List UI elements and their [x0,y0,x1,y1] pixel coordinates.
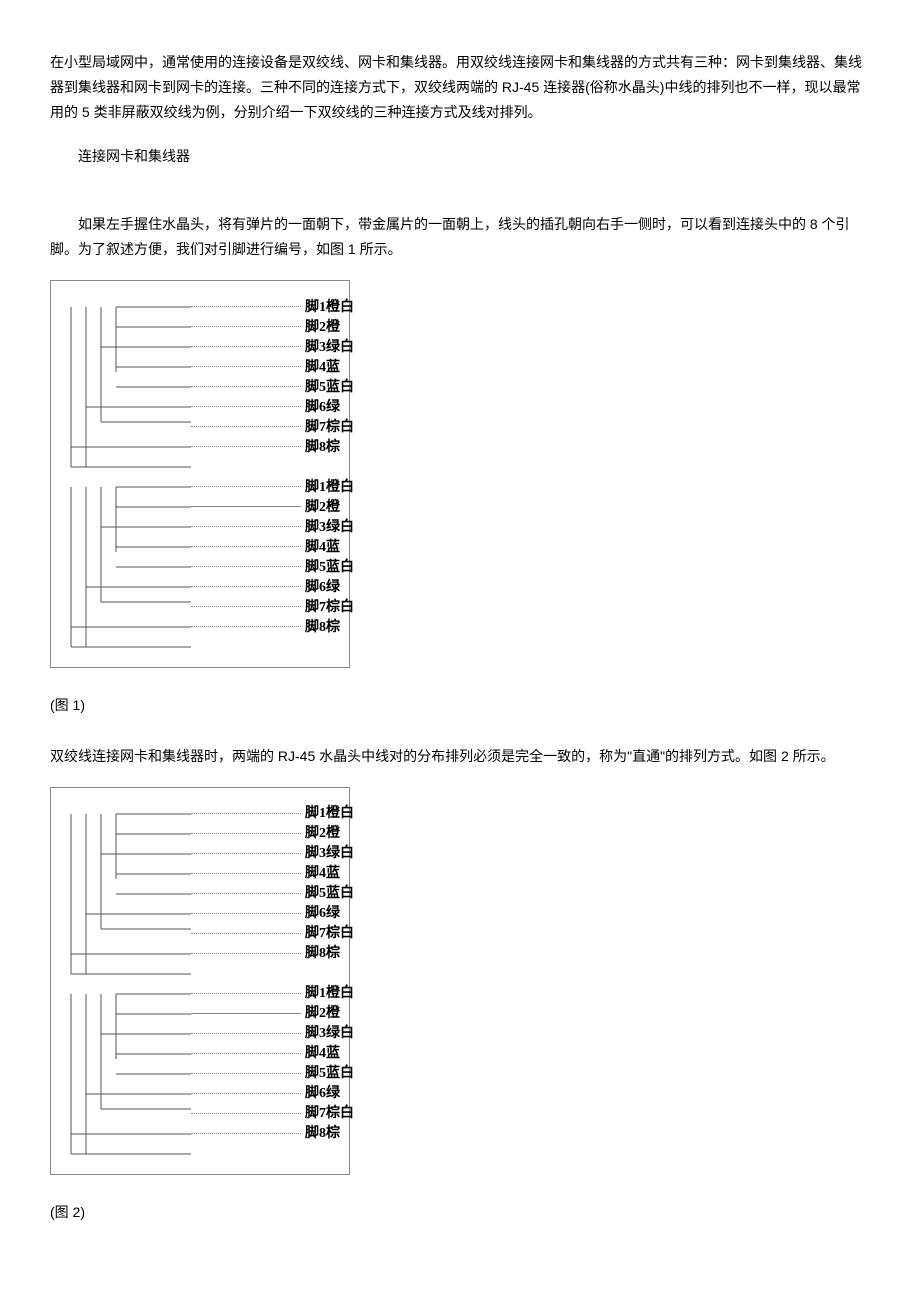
pin-label: 脚8棕 [305,941,340,966]
rj45-connector-bottom: 脚1橙白 脚2橙 脚3绿白 脚4蓝 脚5蓝白 脚6绿 脚7棕白 脚8棕 [51,477,349,651]
pin-label: 脚8棕 [305,1121,340,1146]
rj45-connector-bottom: 脚1橙白 脚2橙 脚3绿白 脚4蓝 脚5蓝白 脚6绿 脚7棕白 脚8棕 [51,984,349,1158]
intro-paragraph: 在小型局域网中，通常使用的连接设备是双绞线、网卡和集线器。用双绞线连接网卡和集线… [50,50,870,126]
pair-bracket-lines [51,804,191,978]
pin-label: 脚8棕 [305,615,340,640]
pair-bracket-lines [51,984,191,1158]
section-heading: 连接网卡和集线器 [50,144,870,169]
rj45-connector-top: 脚1橙白 脚2橙 脚3绿白 脚4蓝 脚5蓝白 脚6绿 脚7棕白 脚8棕 [51,297,349,471]
figure-1-caption: (图 1) [50,693,870,718]
pair-bracket-lines [51,477,191,651]
rj45-diagram-2: 脚1橙白 脚2橙 脚3绿白 脚4蓝 脚5蓝白 脚6绿 脚7棕白 脚8棕 脚1橙白… [50,787,350,1175]
paragraph-3: 双绞线连接网卡和集线器时，两端的 RJ-45 水晶头中线对的分布排列必须是完全一… [50,744,870,769]
pair-bracket-lines [51,297,191,471]
paragraph-2: 如果左手握住水晶头，将有弹片的一面朝下，带金属片的一面朝上，线头的插孔朝向右手一… [50,212,870,262]
rj45-connector-top: 脚1橙白 脚2橙 脚3绿白 脚4蓝 脚5蓝白 脚6绿 脚7棕白 脚8棕 [51,804,349,978]
pin-label: 脚8棕 [305,435,340,460]
rj45-diagram-1: 脚1橙白 脚2橙 脚3绿白 脚4蓝 脚5蓝白 脚6绿 脚7棕白 脚8棕 脚1橙白… [50,280,350,668]
figure-2-caption: (图 2) [50,1200,870,1225]
